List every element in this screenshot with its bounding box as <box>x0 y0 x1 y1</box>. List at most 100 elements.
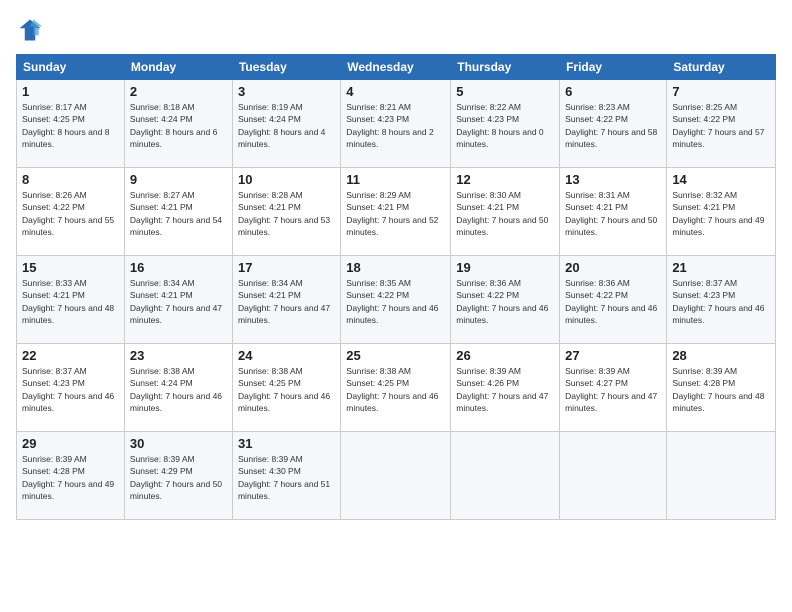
day-info: Sunrise: 8:19 AMSunset: 4:24 PMDaylight:… <box>238 101 335 150</box>
calendar-cell: 30 Sunrise: 8:39 AMSunset: 4:29 PMDaylig… <box>124 432 232 520</box>
week-row-3: 15 Sunrise: 8:33 AMSunset: 4:21 PMDaylig… <box>17 256 776 344</box>
day-number: 18 <box>346 260 445 275</box>
calendar-cell: 5 Sunrise: 8:22 AMSunset: 4:23 PMDayligh… <box>451 80 560 168</box>
day-info: Sunrise: 8:35 AMSunset: 4:22 PMDaylight:… <box>346 277 445 326</box>
calendar-cell: 3 Sunrise: 8:19 AMSunset: 4:24 PMDayligh… <box>232 80 340 168</box>
day-info: Sunrise: 8:39 AMSunset: 4:29 PMDaylight:… <box>130 453 227 502</box>
day-number: 19 <box>456 260 554 275</box>
calendar-cell <box>451 432 560 520</box>
calendar-cell: 19 Sunrise: 8:36 AMSunset: 4:22 PMDaylig… <box>451 256 560 344</box>
day-info: Sunrise: 8:39 AMSunset: 4:28 PMDaylight:… <box>672 365 770 414</box>
calendar-cell: 10 Sunrise: 8:28 AMSunset: 4:21 PMDaylig… <box>232 168 340 256</box>
day-info: Sunrise: 8:38 AMSunset: 4:24 PMDaylight:… <box>130 365 227 414</box>
week-row-4: 22 Sunrise: 8:37 AMSunset: 4:23 PMDaylig… <box>17 344 776 432</box>
calendar-cell: 13 Sunrise: 8:31 AMSunset: 4:21 PMDaylig… <box>560 168 667 256</box>
calendar-cell <box>560 432 667 520</box>
day-info: Sunrise: 8:25 AMSunset: 4:22 PMDaylight:… <box>672 101 770 150</box>
calendar-cell: 7 Sunrise: 8:25 AMSunset: 4:22 PMDayligh… <box>667 80 776 168</box>
calendar-cell: 27 Sunrise: 8:39 AMSunset: 4:27 PMDaylig… <box>560 344 667 432</box>
weekday-header-friday: Friday <box>560 55 667 80</box>
calendar-cell: 1 Sunrise: 8:17 AMSunset: 4:25 PMDayligh… <box>17 80 125 168</box>
calendar-cell: 4 Sunrise: 8:21 AMSunset: 4:23 PMDayligh… <box>341 80 451 168</box>
calendar-cell: 18 Sunrise: 8:35 AMSunset: 4:22 PMDaylig… <box>341 256 451 344</box>
day-number: 23 <box>130 348 227 363</box>
day-number: 14 <box>672 172 770 187</box>
page: SundayMondayTuesdayWednesdayThursdayFrid… <box>0 0 792 612</box>
calendar-table: SundayMondayTuesdayWednesdayThursdayFrid… <box>16 54 776 520</box>
logo-icon <box>16 16 44 44</box>
day-number: 3 <box>238 84 335 99</box>
day-info: Sunrise: 8:34 AMSunset: 4:21 PMDaylight:… <box>130 277 227 326</box>
day-info: Sunrise: 8:33 AMSunset: 4:21 PMDaylight:… <box>22 277 119 326</box>
day-number: 24 <box>238 348 335 363</box>
day-info: Sunrise: 8:32 AMSunset: 4:21 PMDaylight:… <box>672 189 770 238</box>
calendar-cell: 11 Sunrise: 8:29 AMSunset: 4:21 PMDaylig… <box>341 168 451 256</box>
weekday-header-sunday: Sunday <box>17 55 125 80</box>
day-info: Sunrise: 8:39 AMSunset: 4:28 PMDaylight:… <box>22 453 119 502</box>
day-info: Sunrise: 8:23 AMSunset: 4:22 PMDaylight:… <box>565 101 661 150</box>
header <box>16 16 776 44</box>
day-number: 17 <box>238 260 335 275</box>
day-number: 12 <box>456 172 554 187</box>
day-number: 9 <box>130 172 227 187</box>
calendar-cell: 29 Sunrise: 8:39 AMSunset: 4:28 PMDaylig… <box>17 432 125 520</box>
day-number: 8 <box>22 172 119 187</box>
day-info: Sunrise: 8:26 AMSunset: 4:22 PMDaylight:… <box>22 189 119 238</box>
day-info: Sunrise: 8:30 AMSunset: 4:21 PMDaylight:… <box>456 189 554 238</box>
week-row-2: 8 Sunrise: 8:26 AMSunset: 4:22 PMDayligh… <box>17 168 776 256</box>
week-row-5: 29 Sunrise: 8:39 AMSunset: 4:28 PMDaylig… <box>17 432 776 520</box>
day-number: 25 <box>346 348 445 363</box>
calendar-cell: 28 Sunrise: 8:39 AMSunset: 4:28 PMDaylig… <box>667 344 776 432</box>
calendar-cell: 16 Sunrise: 8:34 AMSunset: 4:21 PMDaylig… <box>124 256 232 344</box>
calendar-cell <box>341 432 451 520</box>
day-info: Sunrise: 8:38 AMSunset: 4:25 PMDaylight:… <box>346 365 445 414</box>
day-info: Sunrise: 8:17 AMSunset: 4:25 PMDaylight:… <box>22 101 119 150</box>
day-info: Sunrise: 8:36 AMSunset: 4:22 PMDaylight:… <box>456 277 554 326</box>
weekday-header-wednesday: Wednesday <box>341 55 451 80</box>
day-info: Sunrise: 8:39 AMSunset: 4:30 PMDaylight:… <box>238 453 335 502</box>
day-number: 6 <box>565 84 661 99</box>
calendar-cell: 8 Sunrise: 8:26 AMSunset: 4:22 PMDayligh… <box>17 168 125 256</box>
calendar-cell: 17 Sunrise: 8:34 AMSunset: 4:21 PMDaylig… <box>232 256 340 344</box>
day-info: Sunrise: 8:38 AMSunset: 4:25 PMDaylight:… <box>238 365 335 414</box>
weekday-header-monday: Monday <box>124 55 232 80</box>
day-number: 16 <box>130 260 227 275</box>
calendar-cell: 20 Sunrise: 8:36 AMSunset: 4:22 PMDaylig… <box>560 256 667 344</box>
day-info: Sunrise: 8:31 AMSunset: 4:21 PMDaylight:… <box>565 189 661 238</box>
week-row-1: 1 Sunrise: 8:17 AMSunset: 4:25 PMDayligh… <box>17 80 776 168</box>
calendar-cell: 23 Sunrise: 8:38 AMSunset: 4:24 PMDaylig… <box>124 344 232 432</box>
calendar-cell <box>667 432 776 520</box>
calendar-cell: 22 Sunrise: 8:37 AMSunset: 4:23 PMDaylig… <box>17 344 125 432</box>
day-number: 26 <box>456 348 554 363</box>
day-number: 31 <box>238 436 335 451</box>
day-number: 7 <box>672 84 770 99</box>
day-number: 27 <box>565 348 661 363</box>
day-info: Sunrise: 8:34 AMSunset: 4:21 PMDaylight:… <box>238 277 335 326</box>
weekday-header-saturday: Saturday <box>667 55 776 80</box>
calendar-cell: 2 Sunrise: 8:18 AMSunset: 4:24 PMDayligh… <box>124 80 232 168</box>
day-info: Sunrise: 8:37 AMSunset: 4:23 PMDaylight:… <box>22 365 119 414</box>
calendar-cell: 12 Sunrise: 8:30 AMSunset: 4:21 PMDaylig… <box>451 168 560 256</box>
day-number: 4 <box>346 84 445 99</box>
calendar-cell: 26 Sunrise: 8:39 AMSunset: 4:26 PMDaylig… <box>451 344 560 432</box>
calendar-cell: 9 Sunrise: 8:27 AMSunset: 4:21 PMDayligh… <box>124 168 232 256</box>
calendar-cell: 21 Sunrise: 8:37 AMSunset: 4:23 PMDaylig… <box>667 256 776 344</box>
calendar-cell: 14 Sunrise: 8:32 AMSunset: 4:21 PMDaylig… <box>667 168 776 256</box>
weekday-header-row: SundayMondayTuesdayWednesdayThursdayFrid… <box>17 55 776 80</box>
day-info: Sunrise: 8:18 AMSunset: 4:24 PMDaylight:… <box>130 101 227 150</box>
day-info: Sunrise: 8:27 AMSunset: 4:21 PMDaylight:… <box>130 189 227 238</box>
day-number: 15 <box>22 260 119 275</box>
calendar-cell: 31 Sunrise: 8:39 AMSunset: 4:30 PMDaylig… <box>232 432 340 520</box>
weekday-header-tuesday: Tuesday <box>232 55 340 80</box>
day-number: 21 <box>672 260 770 275</box>
day-info: Sunrise: 8:37 AMSunset: 4:23 PMDaylight:… <box>672 277 770 326</box>
day-info: Sunrise: 8:29 AMSunset: 4:21 PMDaylight:… <box>346 189 445 238</box>
day-info: Sunrise: 8:28 AMSunset: 4:21 PMDaylight:… <box>238 189 335 238</box>
day-number: 13 <box>565 172 661 187</box>
day-number: 10 <box>238 172 335 187</box>
weekday-header-thursday: Thursday <box>451 55 560 80</box>
day-info: Sunrise: 8:21 AMSunset: 4:23 PMDaylight:… <box>346 101 445 150</box>
day-number: 2 <box>130 84 227 99</box>
day-info: Sunrise: 8:39 AMSunset: 4:26 PMDaylight:… <box>456 365 554 414</box>
calendar-cell: 24 Sunrise: 8:38 AMSunset: 4:25 PMDaylig… <box>232 344 340 432</box>
